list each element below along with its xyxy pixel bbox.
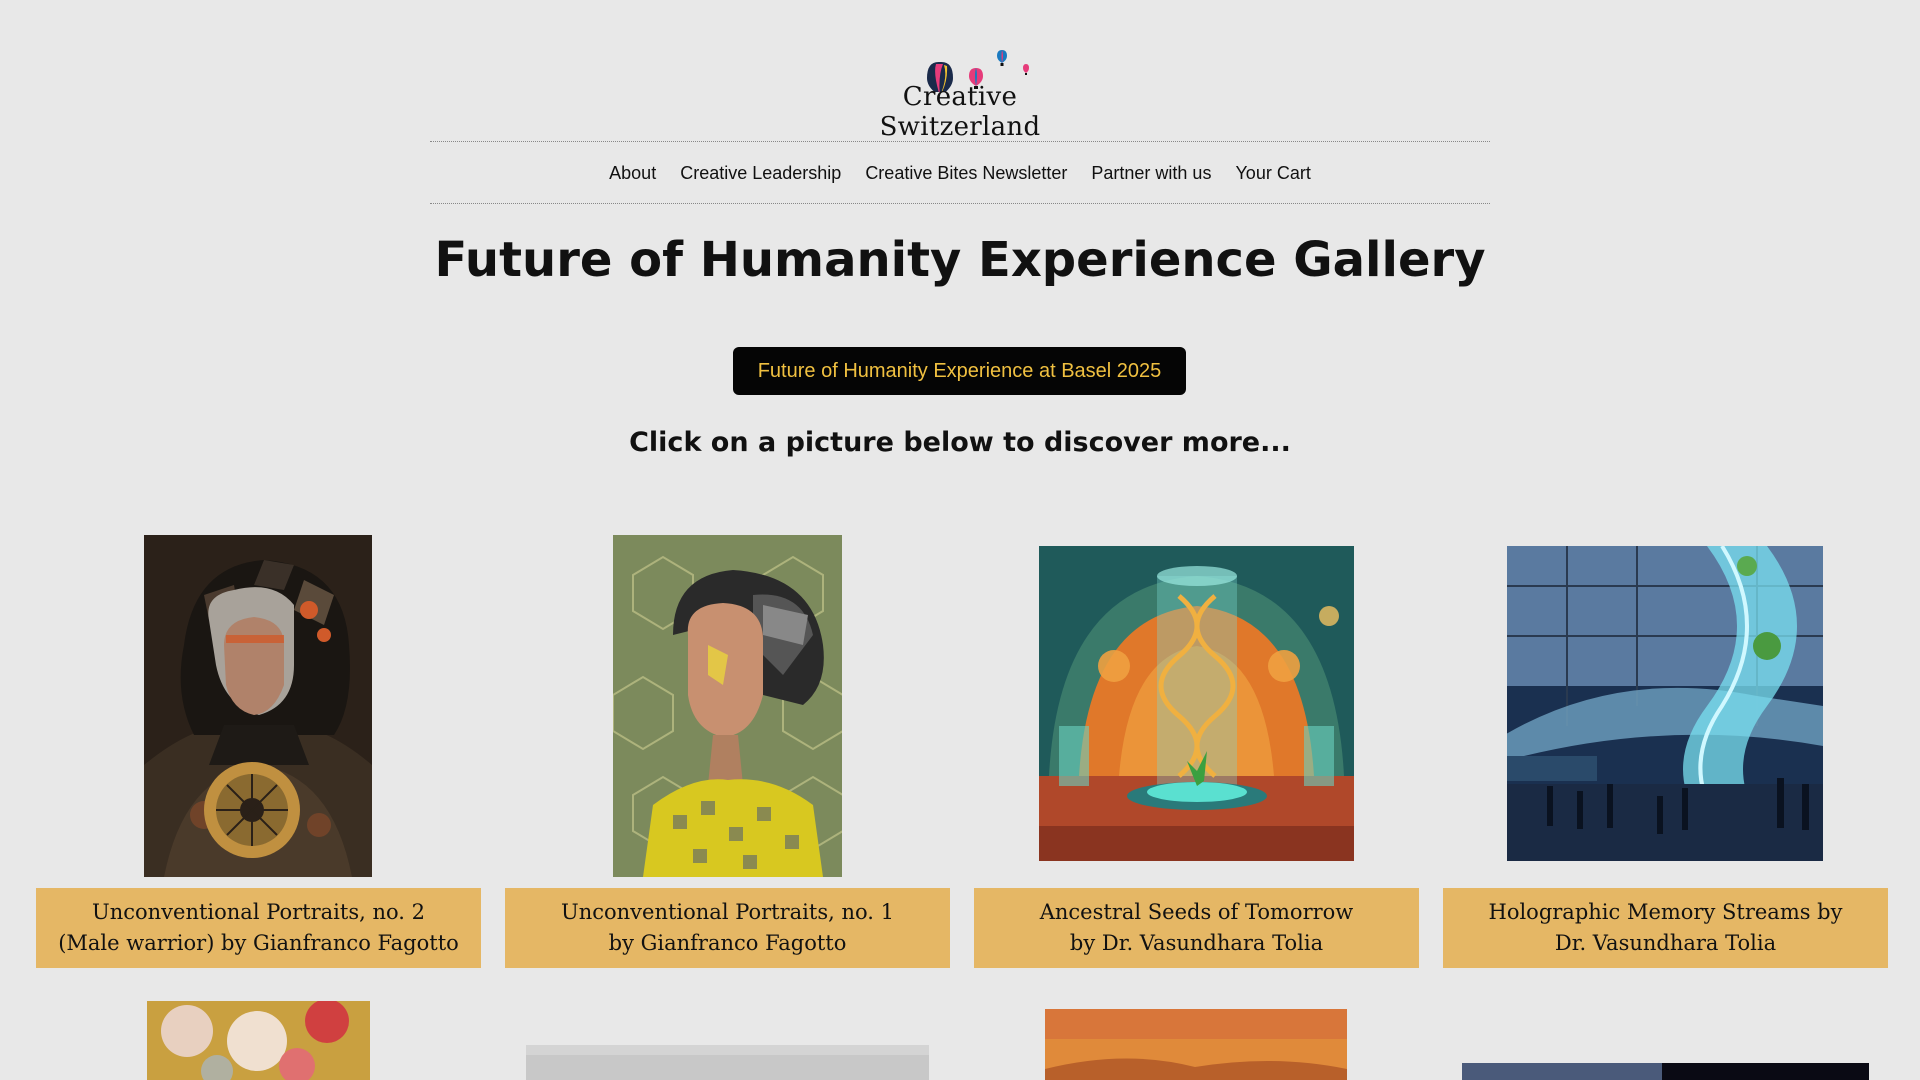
caption-line: Dr. Vasundhara Tolia [1554,931,1777,955]
caption-line: Unconventional Portraits, no. 2 [92,900,425,924]
page: Creative Switzerland About Creative Lead… [0,0,1920,1080]
artwork-desert-landscape[interactable] [1045,1009,1347,1080]
dna-dome-scene-icon [1039,546,1354,861]
nav-your-cart[interactable]: Your Cart [1235,163,1310,184]
artwork-dark-sky[interactable] [1462,1063,1869,1080]
holographic-stream-scene-icon [1507,546,1823,861]
caption-line: (Male warrior) by Gianfranco Fagotto [58,931,459,955]
caption-holographic-memory[interactable]: Holographic Memory Streams by Dr. Vasund… [1443,888,1888,968]
artwork-holographic-memory-streams[interactable] [1507,546,1823,861]
artwork-grey-image[interactable] [526,1045,929,1080]
artwork-male-warrior-portrait[interactable] [144,535,372,877]
page-subtitle: Click on a picture below to discover mor… [629,427,1291,458]
caption-ancestral-seeds[interactable]: Ancestral Seeds of Tomorrow by Dr. Vasun… [974,888,1419,968]
dark-sky-icon [1462,1063,1869,1080]
caption-line: by Dr. Vasundhara Tolia [1069,931,1324,955]
caption-male-warrior[interactable]: Unconventional Portraits, no. 2 (Male wa… [36,888,481,968]
artwork-female-portrait[interactable] [613,535,842,877]
male-warrior-portrait-icon [144,535,372,877]
grey-image-icon [526,1045,929,1080]
caption-line: Unconventional Portraits, no. 1 [561,900,894,924]
brand-logo[interactable]: Creative Switzerland [820,22,1100,142]
nav-creative-bites-newsletter[interactable]: Creative Bites Newsletter [865,163,1067,184]
nav-partner-with-us[interactable]: Partner with us [1091,163,1211,184]
nav-bottom-divider [430,203,1490,204]
page-title: Future of Humanity Experience Gallery [434,232,1486,288]
artwork-ancestral-seeds[interactable] [1039,546,1354,861]
main-nav: About Creative Leadership Creative Bites… [430,142,1490,204]
desert-landscape-icon [1045,1009,1347,1080]
caption-line: by Gianfranco Fagotto [608,931,847,955]
brand-name: Creative Switzerland [879,82,1041,142]
artwork-floral-painting[interactable] [147,1001,370,1080]
nav-about[interactable]: About [609,163,656,184]
caption-line: Ancestral Seeds of Tomorrow [1039,900,1354,924]
floral-painting-icon [147,1001,370,1080]
caption-line: Holographic Memory Streams by [1488,900,1843,924]
nav-creative-leadership[interactable]: Creative Leadership [680,163,841,184]
caption-female-portrait[interactable]: Unconventional Portraits, no. 1 by Gianf… [505,888,950,968]
female-portrait-icon [613,535,842,877]
basel-2025-button[interactable]: Future of Humanity Experience at Basel 2… [733,347,1186,395]
